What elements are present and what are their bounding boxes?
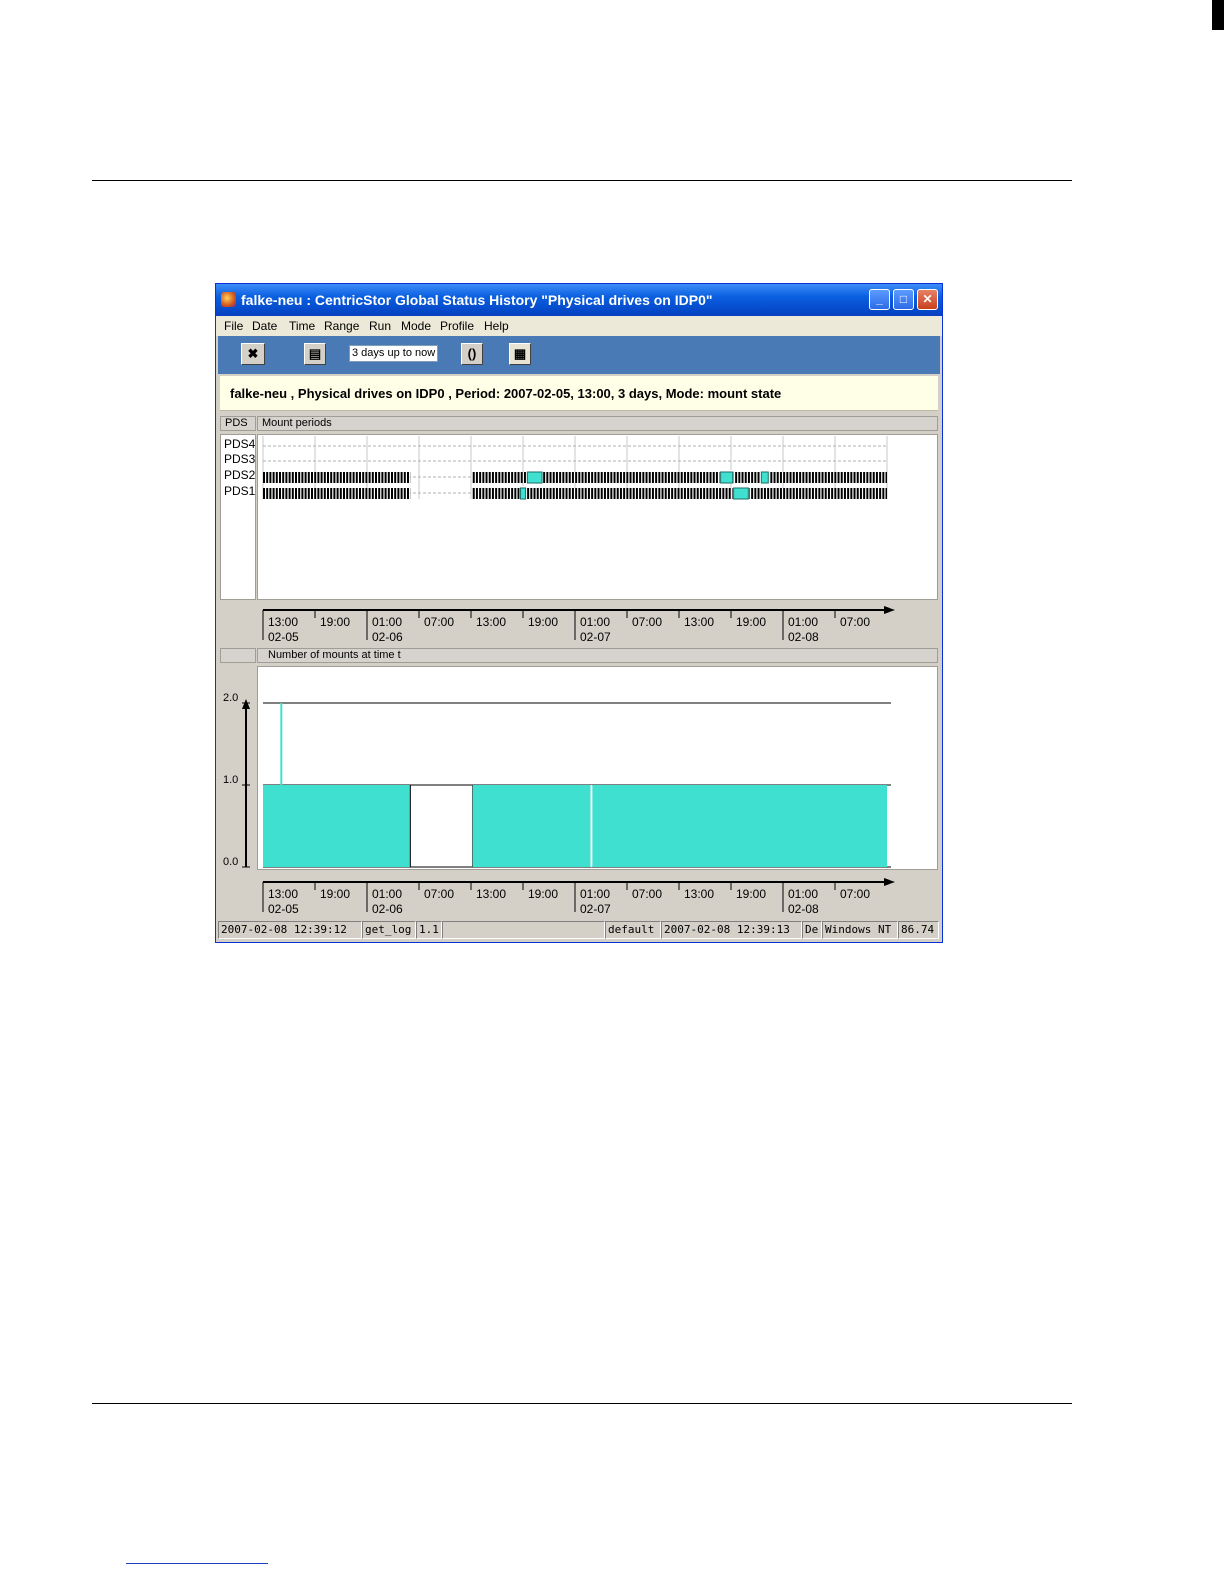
status-right-time: 2007-02-08 12:39:13 — [661, 921, 802, 939]
status-version: 1.1 — [416, 921, 442, 939]
axis-tick-time: 01:00 — [580, 887, 610, 901]
axis-tick-time: 07:00 — [632, 887, 662, 901]
status-module: get_log — [362, 921, 416, 939]
axis-tick-time: 01:00 — [372, 887, 402, 901]
axis-tick-time: 13:00 — [476, 887, 506, 901]
status-lang: De — [802, 921, 822, 939]
status-left-time: 2007-02-08 12:39:12 — [218, 921, 362, 939]
axis-tick-date: 02-08 — [788, 902, 819, 916]
status-history-window: falke-neu : CentricStor Global Status Hi… — [215, 283, 943, 943]
axis-arrow-icon — [884, 878, 895, 886]
axis-tick-time: 19:00 — [528, 887, 558, 901]
status-empty — [442, 921, 605, 939]
status-profile: default — [605, 921, 661, 939]
time-axis-bottom: 13:0002-0519:00 01:0002-0607:00 13:00 19:00… — [262, 878, 895, 916]
axis-tick-date: 02-05 — [268, 902, 299, 916]
status-bar: 2007-02-08 12:39:12 get_log 1.1 default … — [217, 920, 941, 940]
footer-rule — [92, 1403, 1072, 1404]
axis-tick-time: 19:00 — [320, 887, 350, 901]
axis-tick-time: 07:00 — [424, 887, 454, 901]
axis-tick-time: 19:00 — [736, 887, 766, 901]
axis-tick-time: 13:00 — [684, 887, 714, 901]
status-value: 86.74 — [898, 921, 939, 939]
footer-link[interactable] — [126, 1563, 268, 1564]
header-rule — [92, 180, 1072, 181]
axis-tick-time: 13:00 — [268, 887, 298, 901]
axis-tick-date: 02-06 — [372, 902, 403, 916]
axis-tick-time: 07:00 — [840, 887, 870, 901]
page-edge-marker — [1212, 0, 1224, 30]
axis-tick-time: 01:00 — [788, 887, 818, 901]
status-os: Windows NT — [822, 921, 898, 939]
axis-tick-date: 02-07 — [580, 902, 611, 916]
